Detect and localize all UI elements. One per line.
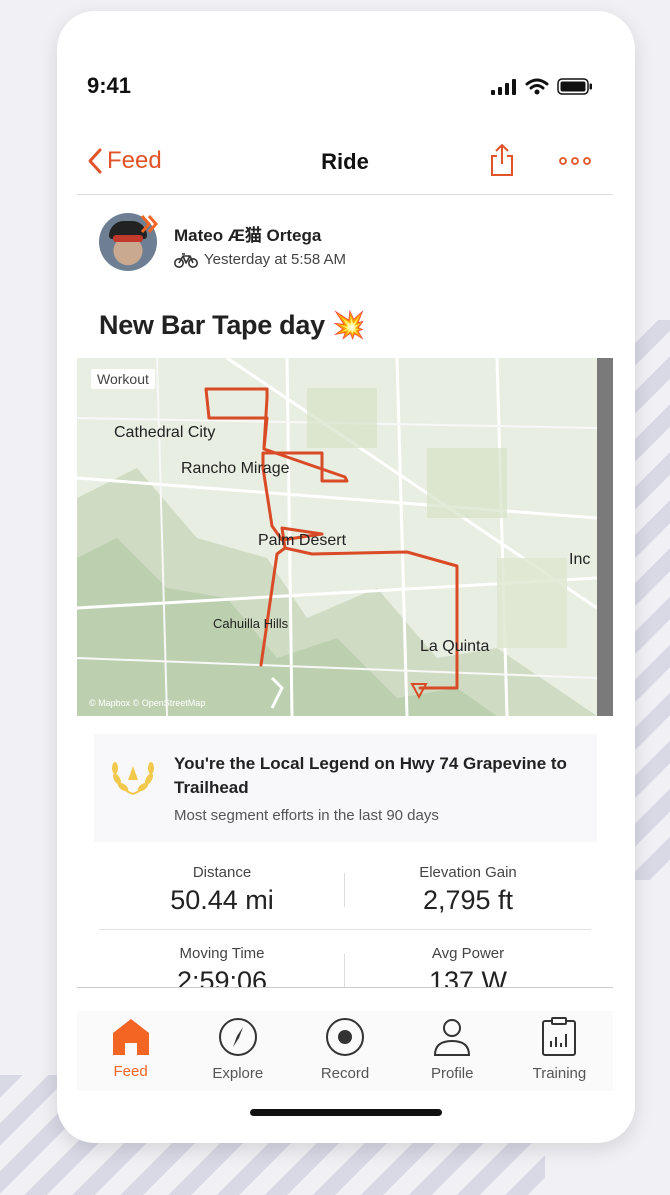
workout-tag: Workout <box>91 369 155 389</box>
local-legend-card[interactable]: You're the Local Legend on Hwy 74 Grapev… <box>94 734 597 842</box>
legend-title: You're the Local Legend on Hwy 74 Grapev… <box>174 754 567 797</box>
stat-avg-power: Avg Power 137 W <box>345 945 591 988</box>
stat-label: Avg Power <box>431 945 505 962</box>
stat-label: Elevation Gain <box>419 864 517 881</box>
tab-bar: Feed Explore Record Profile Training <box>77 1011 613 1091</box>
route-map[interactable]: Workout Cathedral City Rancho Mirage Pal… <box>77 358 597 716</box>
stats-row-divider <box>99 929 591 930</box>
activity-title-emoji: 💥 <box>331 310 366 340</box>
map-label-indio: Inc <box>569 551 591 568</box>
compass-icon <box>218 1018 257 1056</box>
more-options-button[interactable] <box>559 153 591 171</box>
tab-training[interactable]: Training <box>506 1011 613 1091</box>
share-button[interactable] <box>489 143 515 182</box>
tabbar-divider <box>77 987 613 988</box>
status-time: 9:41 <box>87 73 132 98</box>
activity-title: New Bar Tape day 💥 <box>99 309 366 341</box>
tab-record[interactable]: Record <box>291 1011 398 1091</box>
athlete-header: Mateo Æ猫 Ortega Yesterday at 5:58 AM <box>99 213 579 283</box>
status-icons <box>491 78 593 95</box>
map-label-cathedral-city: Cathedral City <box>114 424 216 441</box>
battery-icon <box>557 78 592 95</box>
stat-value: 137 W <box>428 966 508 988</box>
nav-bar: Feed Ride <box>77 139 613 195</box>
next-photo-peek[interactable] <box>597 358 613 716</box>
wifi-icon <box>525 78 549 95</box>
tab-explore[interactable]: Explore <box>184 1011 291 1091</box>
stat-value: 50.44 mi <box>170 885 274 915</box>
subscriber-badge-icon <box>140 215 158 233</box>
tab-label: Training <box>532 1065 587 1082</box>
record-icon <box>326 1018 364 1056</box>
map-label-cahuilla-hills: Cahuilla Hills <box>213 616 289 631</box>
legend-subtitle: Most segment efforts in the last 90 days <box>174 807 439 824</box>
stat-label: Moving Time <box>179 945 265 962</box>
tab-feed[interactable]: Feed <box>77 1011 184 1091</box>
tab-label: Profile <box>430 1065 474 1082</box>
home-icon <box>112 1019 149 1055</box>
clipboard-chart-icon <box>542 1017 577 1056</box>
bike-icon <box>174 252 198 268</box>
phone-frame: 9:41 Feed Ride Mateo Æ猫 Ortega Yesterday… <box>57 11 635 1143</box>
more-icon <box>559 157 591 165</box>
map-label-palm-desert: Palm Desert <box>258 532 347 549</box>
tab-label: Feed <box>113 1063 148 1080</box>
map-label-la-quinta: La Quinta <box>420 638 490 655</box>
stat-value: 2:59:06 <box>176 966 268 988</box>
map-label-rancho-mirage: Rancho Mirage <box>181 460 290 477</box>
tab-profile[interactable]: Profile <box>399 1011 506 1091</box>
activity-title-text: New Bar Tape day <box>99 310 325 340</box>
laurel-icon <box>112 762 154 795</box>
stat-elevation-gain: Elevation Gain 2,795 ft <box>345 864 591 916</box>
profile-icon <box>434 1019 471 1056</box>
page-title: Ride <box>321 149 369 174</box>
stat-moving-time: Moving Time 2:59:06 <box>99 945 345 988</box>
map-attribution: © Mapbox © OpenStreetMap <box>89 698 206 708</box>
activity-meta: Yesterday at 5:58 AM <box>174 251 346 268</box>
stats-grid: Distance 50.44 mi Elevation Gain 2,795 f… <box>99 856 591 988</box>
status-bar: 9:41 <box>57 11 635 131</box>
tab-label: Record <box>320 1065 370 1082</box>
tab-label: Explore <box>212 1065 264 1082</box>
stat-label: Distance <box>192 864 252 881</box>
athlete-name[interactable]: Mateo Æ猫 Ortega <box>174 221 321 246</box>
share-icon <box>491 144 513 176</box>
stat-value: 2,795 ft <box>422 885 514 915</box>
activity-timestamp: Yesterday at 5:58 AM <box>204 251 347 268</box>
signal-icon <box>491 79 516 95</box>
home-indicator <box>250 1109 442 1116</box>
stat-distance: Distance 50.44 mi <box>99 864 345 916</box>
